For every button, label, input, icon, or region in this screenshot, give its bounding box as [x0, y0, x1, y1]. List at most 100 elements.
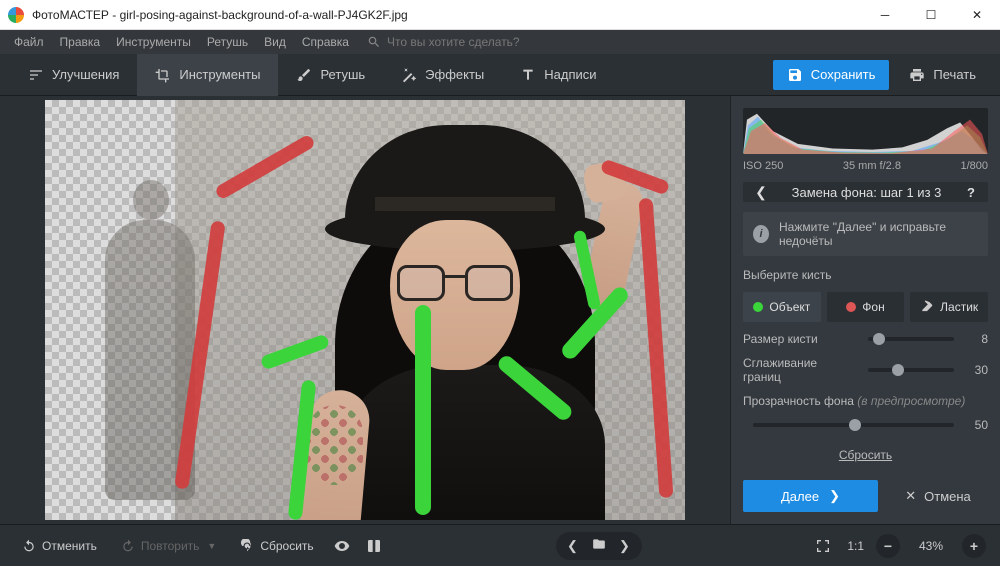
undo-icon — [22, 532, 36, 560]
tab-label: Инструменты — [179, 67, 260, 82]
slider-note: (в предпросмотре) — [857, 394, 965, 408]
slider-opacity[interactable]: 50 — [743, 418, 988, 432]
lens-value: 35 mm f/2.8 — [843, 160, 901, 172]
zoom-value: 43% — [906, 539, 956, 553]
print-button-label: Печать — [933, 67, 976, 82]
folder-icon — [592, 537, 606, 551]
cancel-button-label: Отмена — [924, 489, 971, 504]
action-row: Далее ❯ ✕ Отмена — [743, 480, 988, 512]
window-title: ФотоМАСТЕР - girl-posing-against-backgro… — [32, 8, 862, 22]
tab-label: Надписи — [544, 67, 596, 82]
slider-label: Размер кисти — [743, 332, 858, 346]
fit-icon — [815, 538, 831, 554]
tab-effects[interactable]: Эффекты — [383, 54, 502, 96]
slider-track[interactable] — [753, 423, 954, 427]
chevron-right-icon: ❯ — [829, 488, 840, 504]
brush-eraser-button[interactable]: Ластик — [910, 292, 988, 322]
undo-label: Отменить — [42, 539, 97, 553]
window-close-button[interactable]: ✕ — [954, 0, 1000, 30]
undo-button[interactable]: Отменить — [12, 532, 107, 560]
panel-help-button[interactable]: ? — [962, 185, 980, 200]
menu-view[interactable]: Вид — [256, 30, 294, 54]
canvas-area — [0, 96, 730, 524]
open-folder-button[interactable] — [586, 537, 612, 554]
search-placeholder: Что вы хотите сделать? — [387, 35, 520, 49]
window-minimize-button[interactable]: ─ — [862, 0, 908, 30]
fit-screen-button[interactable] — [809, 532, 837, 560]
brush-label: Объект — [769, 300, 810, 314]
tab-captions[interactable]: Надписи — [502, 54, 614, 96]
sliders-icon — [28, 67, 44, 83]
tab-retouch[interactable]: Ретушь — [278, 54, 383, 96]
next-button-label: Далее — [781, 489, 819, 504]
slider-track[interactable] — [868, 368, 954, 372]
compare-button[interactable] — [360, 532, 388, 560]
redo-icon — [121, 539, 135, 553]
redo-label: Повторить — [141, 539, 200, 553]
window-maximize-button[interactable]: ☐ — [908, 0, 954, 30]
brush-background-button[interactable]: Фон — [827, 292, 905, 322]
shutter-value: 1/800 — [960, 160, 988, 172]
crop-icon — [155, 67, 171, 83]
save-button[interactable]: Сохранить — [773, 60, 890, 90]
close-icon: ✕ — [905, 488, 916, 504]
slider-value: 8 — [964, 332, 988, 346]
brush-row: Объект Фон Ластик — [743, 292, 988, 322]
redo-button[interactable]: Повторить ▼ — [111, 532, 227, 560]
brush-object-button[interactable]: Объект — [743, 292, 821, 322]
bottombar: Отменить Повторить ▼ Сбросить ❮ ❯ 1:1 − … — [0, 524, 1000, 566]
slider-value: 50 — [964, 418, 988, 432]
titlebar: ФотоМАСТЕР - girl-posing-against-backgro… — [0, 0, 1000, 30]
panel-title: Замена фона: шаг 1 из 3 — [771, 185, 962, 200]
reset-icon — [240, 539, 254, 553]
iso-value: ISO 250 — [743, 160, 783, 172]
slider-value: 30 — [964, 363, 988, 377]
zoom-actual-button[interactable]: 1:1 — [841, 532, 870, 560]
tab-label: Эффекты — [425, 67, 484, 82]
brush-label: Ластик — [940, 300, 978, 314]
prev-file-button[interactable]: ❮ — [560, 538, 586, 554]
object-dot-icon — [753, 302, 763, 312]
menu-retouch[interactable]: Ретушь — [199, 30, 256, 54]
histogram — [743, 108, 988, 154]
menu-tools[interactable]: Инструменты — [108, 30, 199, 54]
menubar-search[interactable]: Что вы хотите сделать? — [367, 35, 520, 49]
next-file-button[interactable]: ❯ — [612, 538, 638, 554]
zoom-out-button[interactable]: − — [876, 534, 900, 558]
brush-label: Фон — [862, 300, 884, 314]
app-logo — [8, 7, 24, 23]
menubar: Файл Правка Инструменты Ретушь Вид Справ… — [0, 30, 1000, 54]
zoom-ratio-label: 1:1 — [847, 539, 864, 553]
image-canvas[interactable] — [45, 100, 685, 520]
hint-text: Нажмите "Далее" и исправьте недочёты — [779, 220, 978, 248]
tab-tools[interactable]: Инструменты — [137, 54, 278, 96]
reset-button[interactable]: Сбросить — [230, 532, 323, 560]
info-icon: i — [753, 225, 769, 243]
tab-label: Улучшения — [52, 67, 119, 82]
compare-icon — [366, 538, 382, 554]
search-icon — [367, 35, 381, 49]
print-button[interactable]: Печать — [895, 60, 990, 90]
tab-improvements[interactable]: Улучшения — [10, 54, 137, 96]
menu-help[interactable]: Справка — [294, 30, 357, 54]
cancel-button[interactable]: ✕ Отмена — [888, 480, 988, 512]
reset-link[interactable]: Сбросить — [743, 448, 988, 462]
zoom-in-button[interactable]: + — [962, 534, 986, 558]
slider-smooth[interactable]: Сглаживание границ 30 — [743, 356, 988, 384]
file-nav-group: ❮ ❯ — [556, 532, 642, 560]
menu-file[interactable]: Файл — [6, 30, 52, 54]
panel-back-button[interactable]: ❮ — [751, 184, 771, 201]
view-toggle-button[interactable] — [328, 532, 356, 560]
wand-icon — [401, 67, 417, 83]
stroke-object — [415, 305, 431, 515]
workspace: ISO 250 35 mm f/2.8 1/800 ❮ Замена фона:… — [0, 96, 1000, 524]
menu-edit[interactable]: Правка — [52, 30, 109, 54]
slider-size[interactable]: Размер кисти 8 — [743, 332, 988, 346]
print-icon — [909, 67, 925, 83]
text-icon — [520, 67, 536, 83]
tool-tabs: Улучшения Инструменты Ретушь Эффекты Над… — [10, 54, 615, 96]
background-dot-icon — [846, 302, 856, 312]
next-button[interactable]: Далее ❯ — [743, 480, 878, 512]
slider-track[interactable] — [868, 337, 954, 341]
chevron-down-icon: ▼ — [207, 541, 216, 551]
